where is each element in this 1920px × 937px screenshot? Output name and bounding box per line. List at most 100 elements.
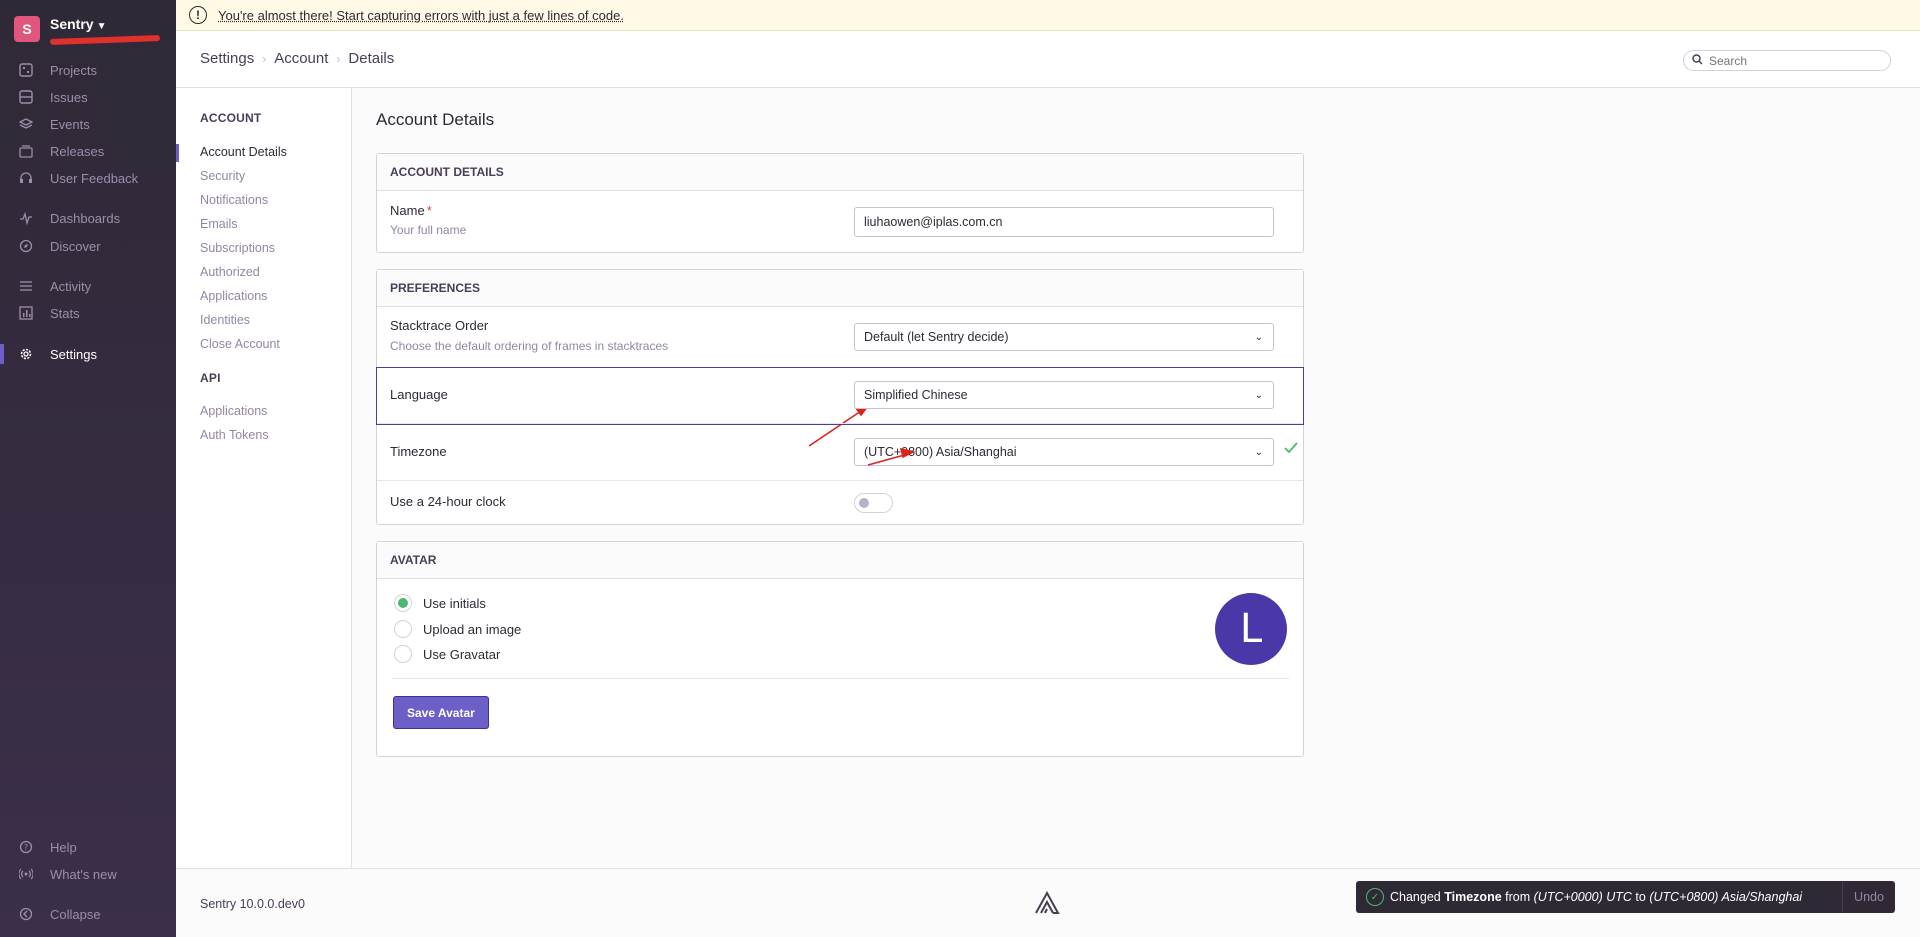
subnav-authorized[interactable]: Authorized — [200, 265, 260, 279]
name-field[interactable]: liuhaowen@iplas.com.cn — [854, 207, 1274, 237]
stats-icon — [18, 305, 34, 321]
chevron-right-icon: › — [336, 51, 341, 66]
gear-icon — [18, 346, 34, 362]
sidebar-item-dashboards[interactable]: Dashboards — [18, 208, 120, 228]
subnav-api-applications[interactable]: Applications — [200, 404, 267, 418]
subnav-account-details[interactable]: Account Details — [200, 145, 287, 159]
issues-icon — [18, 89, 34, 105]
radio-button[interactable] — [394, 594, 412, 612]
sidebar-item-label: User Feedback — [50, 170, 139, 186]
timezone-select[interactable]: (UTC+0800) Asia/Shanghai ⌄ — [854, 438, 1274, 466]
subnav-notifications[interactable]: Notifications — [200, 193, 268, 207]
avatar-panel: AVATAR Use initials Upload an image Use … — [376, 541, 1304, 757]
toast-message: Changed Timezone from (UTC+0000) UTC to … — [1390, 890, 1802, 904]
radio-button[interactable] — [394, 645, 412, 663]
org-name: Sentry — [50, 16, 94, 32]
dashboards-icon — [18, 210, 34, 226]
divider — [392, 678, 1289, 679]
events-icon — [18, 116, 34, 132]
language-row: Language Simplified Chinese ⌄ — [376, 367, 1304, 425]
toast-new-value: (UTC+0800) Asia/Shanghai — [1649, 890, 1803, 904]
success-icon: ✓ — [1366, 888, 1384, 906]
account-details-panel: ACCOUNT DETAILS Name * Your full name liu… — [376, 153, 1304, 253]
radio-label: Use initials — [423, 595, 486, 611]
sidebar-item-label: Issues — [50, 89, 88, 105]
toast-notification: ✓ Changed Timezone from (UTC+0000) UTC t… — [1356, 881, 1895, 913]
breadcrumb-account[interactable]: Account — [274, 50, 328, 67]
stacktrace-order-help: Choose the default ordering of frames in… — [390, 339, 669, 353]
sidebar-item-collapse[interactable]: Collapse — [18, 904, 101, 924]
panel-header: PREFERENCES — [377, 270, 1303, 307]
toast-to: to — [1635, 890, 1646, 904]
chevron-down-icon: ⌄ — [1254, 447, 1263, 458]
chevron-right-icon: › — [262, 51, 267, 66]
sidebar-item-label: Dashboards — [50, 210, 121, 226]
sidebar-item-label: Settings — [50, 346, 97, 362]
radio-button[interactable] — [394, 620, 412, 638]
svg-text:?: ? — [24, 843, 28, 852]
toast-field: Timezone — [1444, 890, 1502, 904]
name-value: liuhaowen@iplas.com.cn — [864, 215, 1003, 229]
language-label: Language — [390, 387, 448, 402]
sidebar-item-label: Collapse — [50, 906, 101, 922]
stacktrace-order-select[interactable]: Default (let Sentry decide) ⌄ — [854, 323, 1274, 351]
sentry-logo-icon[interactable] — [1034, 890, 1060, 918]
sidebar-item-stats[interactable]: Stats — [18, 303, 80, 323]
collapse-icon — [18, 906, 34, 922]
panel-header: ACCOUNT DETAILS — [377, 154, 1303, 191]
clock-toggle[interactable] — [854, 493, 893, 513]
warning-icon: ! — [189, 6, 207, 24]
toggle-knob — [859, 498, 869, 508]
sidebar-item-events[interactable]: Events — [18, 114, 90, 134]
help-icon: ? — [18, 839, 34, 855]
subnav-applications[interactable]: Applications — [200, 289, 267, 303]
subnav-identities[interactable]: Identities — [200, 313, 250, 327]
avatar-preview: L — [1215, 593, 1287, 665]
subnav-close-account[interactable]: Close Account — [200, 337, 280, 351]
subnav-auth-tokens[interactable]: Auth Tokens — [200, 428, 269, 442]
save-avatar-button[interactable]: Save Avatar — [393, 696, 489, 729]
stacktrace-order-label: Stacktrace Order — [390, 318, 489, 333]
search-box[interactable] — [1683, 50, 1891, 71]
subnav-subscriptions[interactable]: Subscriptions — [200, 241, 275, 255]
sidebar-item-user-feedback[interactable]: User Feedback — [18, 168, 138, 188]
sidebar-item-label: What's new — [50, 866, 117, 882]
subnav-emails[interactable]: Emails — [200, 217, 238, 231]
radio-use-initials[interactable]: Use initials — [394, 594, 486, 612]
radio-use-gravatar[interactable]: Use Gravatar — [394, 645, 500, 663]
sidebar-item-releases[interactable]: Releases — [18, 141, 104, 161]
sidebar-item-label: Events — [50, 116, 90, 132]
sidebar-item-help[interactable]: ? Help — [18, 837, 77, 857]
language-select[interactable]: Simplified Chinese ⌄ — [854, 381, 1274, 409]
sidebar-item-label: Help — [50, 839, 77, 855]
stacktrace-order-value: Default (let Sentry decide) — [864, 330, 1009, 344]
sidebar-item-issues[interactable]: Issues — [18, 87, 88, 107]
toast-old-value: (UTC+0000) UTC — [1533, 890, 1632, 904]
subnav-group-account: ACCOUNT — [200, 111, 262, 125]
onboarding-link[interactable]: You're almost there! Start capturing err… — [218, 8, 624, 23]
activity-icon — [18, 278, 34, 294]
panel-header: AVATAR — [377, 542, 1303, 579]
subnav-security[interactable]: Security — [200, 169, 245, 183]
sidebar-item-projects[interactable]: Projects — [18, 60, 97, 80]
search-input[interactable] — [1709, 53, 1879, 68]
sidebar-item-label: Projects — [50, 62, 97, 78]
sidebar-item-activity[interactable]: Activity — [18, 276, 91, 296]
radio-upload-image[interactable]: Upload an image — [394, 620, 521, 638]
search-icon — [1692, 53, 1703, 68]
org-switcher[interactable]: S Sentry ▼ — [14, 16, 161, 45]
radio-label: Use Gravatar — [423, 646, 501, 662]
clock-row: Use a 24-hour clock — [377, 481, 1303, 524]
sidebar-item-discover[interactable]: Discover — [18, 236, 101, 256]
undo-button[interactable]: Undo — [1842, 881, 1895, 913]
breadcrumb-settings[interactable]: Settings — [200, 50, 254, 67]
name-label: Name — [390, 203, 425, 218]
stacktrace-order-row: Stacktrace Order Choose the default orde… — [377, 307, 1303, 368]
chevron-down-icon: ⌄ — [1254, 332, 1263, 343]
radio-label: Upload an image — [423, 621, 522, 637]
sidebar: S Sentry ▼ Projects Issues Events Release… — [0, 0, 176, 937]
sidebar-item-whats-new[interactable]: What's new — [18, 864, 117, 884]
breadcrumb-details: Details — [348, 50, 395, 67]
sidebar-item-label: Discover — [50, 238, 101, 254]
sidebar-item-settings[interactable]: Settings — [18, 344, 97, 364]
